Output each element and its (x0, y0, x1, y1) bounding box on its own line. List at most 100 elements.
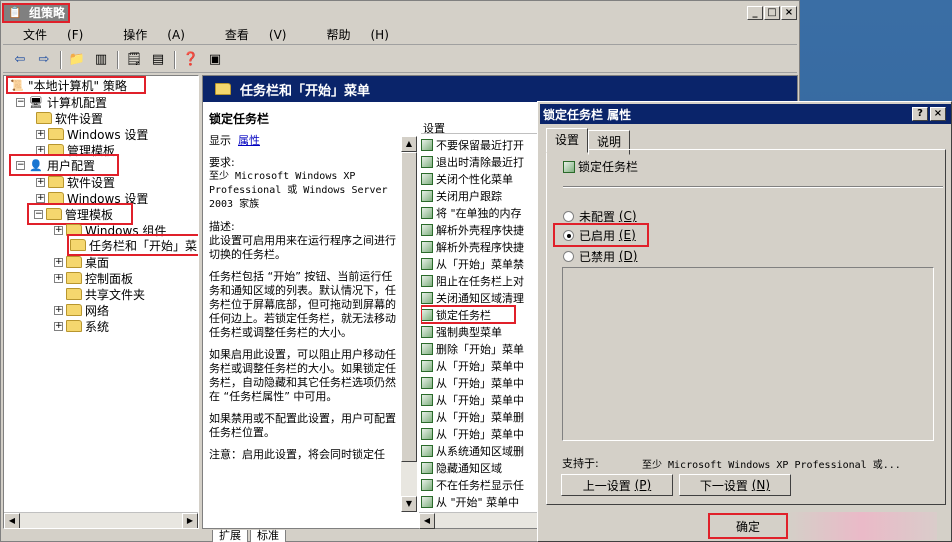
expand-icon[interactable]: + (54, 225, 63, 235)
list-item[interactable]: 从「开始」菜单禁 (421, 255, 524, 272)
list-item[interactable]: 从「开始」菜单删 (421, 408, 524, 425)
tab-settings[interactable]: 设置 (546, 128, 589, 153)
list-item[interactable]: 退出时清除最近打 (421, 153, 524, 170)
scroll-down-icon[interactable]: ▼ (401, 496, 417, 512)
expand-icon[interactable]: + (36, 129, 45, 139)
list-item[interactable]: 从「开始」菜单中 (421, 391, 524, 408)
properties-link[interactable]: 属性 (238, 134, 260, 147)
list-item[interactable]: 关闭通知区域清理 (421, 289, 524, 306)
radio-disabled-dot[interactable] (563, 250, 574, 262)
tree-horizontal-scrollbar[interactable]: ◀ ▶ (4, 512, 198, 528)
list-item[interactable]: 从系统通知区域删 (421, 442, 524, 459)
list-item[interactable]: 删除「开始」菜单 (421, 340, 524, 357)
list-item[interactable]: 不在任务栏显示任 (421, 476, 524, 493)
menu-action[interactable]: 操作 (A) (103, 26, 205, 44)
radio-enabled-dot[interactable] (563, 229, 574, 241)
list-item[interactable]: 从「开始」菜单中 (421, 425, 524, 442)
tree-windows-settings[interactable]: + Windows 设置 (36, 126, 148, 142)
minimize-icon[interactable]: _ (747, 6, 763, 20)
list-item[interactable]: 锁定任务栏 (421, 305, 516, 324)
tree-software-settings[interactable]: 软件设置 (36, 110, 103, 126)
list-item[interactable]: 从「开始」菜单中 (421, 357, 524, 374)
tree-user-config[interactable]: − 👤 用户配置 (9, 154, 119, 176)
tab-extended[interactable]: 扩展 (212, 530, 248, 542)
radio-enabled[interactable]: 已启用 (E) (553, 223, 649, 247)
show-tree-icon[interactable]: ▥ (90, 49, 112, 71)
previous-setting-button[interactable]: 上一设置 (P) (561, 474, 673, 496)
list-horizontal-scrollbar[interactable]: ◀ (419, 512, 541, 529)
tree-root[interactable]: 📜 "本地计算机" 策略 (6, 76, 146, 94)
policy-setting-icon (421, 189, 433, 202)
tree-user-software-settings[interactable]: + 软件设置 (36, 174, 115, 190)
radio-disabled[interactable]: 已禁用 (D) (563, 247, 637, 265)
tree-shared-folders[interactable]: 共享文件夹 (66, 286, 145, 302)
list-item[interactable]: 阻止在任务栏上对 (421, 272, 524, 289)
window-titlebar[interactable]: 📋 组策略 _ □ × (1, 3, 797, 23)
next-setting-button[interactable]: 下一设置 (N) (679, 474, 791, 496)
tree-system[interactable]: + 系统 (54, 318, 109, 334)
tree-network[interactable]: + 网络 (54, 302, 109, 318)
tab-standard[interactable]: 标准 (250, 530, 286, 542)
list-item[interactable]: 解析外壳程序快捷 (421, 221, 524, 238)
settings-column-header[interactable]: 设置 (421, 120, 541, 135)
list-item[interactable]: 解析外壳程序快捷 (421, 238, 524, 255)
list-item-label: 退出时清除最近打 (436, 155, 524, 169)
tree-taskbar-start-menu[interactable]: 任务栏和「开始」菜 (67, 234, 198, 256)
folder-icon (66, 288, 82, 300)
help-icon[interactable]: ? (912, 107, 928, 121)
expand-icon[interactable]: + (54, 273, 63, 283)
list-item-label: 关闭用户跟踪 (436, 189, 502, 203)
back-arrow-icon[interactable]: ⇦ (9, 49, 31, 71)
maximize-icon[interactable]: □ (764, 6, 780, 20)
radio-not-configured[interactable]: 未配置 (C) (563, 207, 637, 225)
forward-arrow-icon[interactable]: ⇨ (33, 49, 55, 71)
menu-help[interactable]: 帮助 (H) (306, 26, 408, 44)
list-item[interactable]: 隐藏通知区域 (421, 459, 502, 476)
setting-name-row: 锁定任务栏 (563, 158, 638, 175)
properties-icon[interactable]: 🗒 (123, 49, 145, 71)
dialog-titlebar[interactable]: 锁定任务栏 属性 ? × (540, 104, 951, 124)
tree-control-panel[interactable]: + 控制面板 (54, 270, 133, 286)
close-icon[interactable]: × (930, 107, 946, 121)
expand-icon[interactable]: + (54, 305, 63, 315)
menu-file[interactable]: 文件 (F) (3, 26, 103, 44)
collapse-icon[interactable]: − (16, 160, 25, 170)
scroll-left-icon[interactable]: ◀ (4, 513, 20, 528)
expand-icon[interactable]: + (54, 321, 63, 331)
policy-tree: 📜 "本地计算机" 策略 − 🖥 计算机配置 软件设置 + Windows 设置 + 管理… (3, 75, 199, 529)
console-icon[interactable]: ▣ (204, 49, 226, 71)
description-scrollbar[interactable]: ▲ ▼ (401, 136, 417, 512)
radio-not-configured-dot[interactable] (563, 210, 574, 222)
list-item[interactable]: 从 "开始" 菜单中 (421, 493, 519, 510)
scroll-up-icon[interactable]: ▲ (401, 136, 417, 152)
list-item[interactable]: 关闭用户跟踪 (421, 187, 502, 204)
expand-icon[interactable]: + (36, 145, 45, 155)
up-folder-icon[interactable]: 📁 (66, 49, 88, 71)
open-folder-icon (46, 208, 62, 220)
scroll-right-icon[interactable]: ▶ (182, 513, 198, 528)
help-icon[interactable]: ❓ (180, 49, 202, 71)
export-list-icon[interactable]: ▤ (147, 49, 169, 71)
toolbar-separator (60, 50, 61, 69)
ok-button[interactable]: 确定 (708, 513, 788, 539)
collapse-icon[interactable]: − (16, 97, 25, 107)
close-icon[interactable]: × (781, 6, 797, 20)
policy-setting-icon (421, 138, 433, 151)
scroll-thumb[interactable] (401, 152, 417, 462)
list-item[interactable]: 将 "在单独的内存 (421, 204, 522, 221)
list-item-label: 隐藏通知区域 (436, 461, 502, 475)
list-item[interactable]: 不要保留最近打开 (421, 136, 524, 153)
tree-desktop[interactable]: + 桌面 (54, 254, 109, 270)
list-item[interactable]: 强制典型菜单 (421, 323, 502, 340)
tree-computer-config[interactable]: − 🖥 计算机配置 (16, 94, 107, 110)
list-item[interactable]: 从「开始」菜单中 (421, 374, 524, 391)
expand-icon[interactable]: + (36, 193, 45, 203)
collapse-icon[interactable]: − (34, 209, 43, 219)
list-item[interactable]: 关闭个性化菜单 (421, 170, 513, 187)
expand-icon[interactable]: + (54, 257, 63, 267)
menu-view[interactable]: 查看 (V) (205, 26, 307, 44)
list-item-label: 从「开始」菜单中 (436, 376, 524, 390)
expand-icon[interactable]: + (36, 177, 45, 187)
scroll-left-icon[interactable]: ◀ (419, 513, 435, 529)
requirements-label: 要求: (209, 156, 235, 169)
